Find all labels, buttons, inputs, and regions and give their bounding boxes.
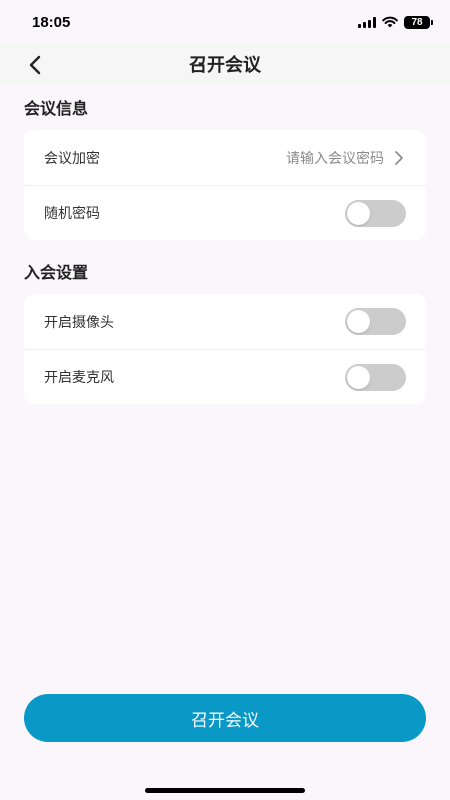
battery-level: 78 bbox=[411, 16, 423, 28]
back-button[interactable] bbox=[20, 50, 50, 80]
battery-icon: 78 bbox=[404, 15, 433, 29]
meeting-info-card: 会议加密 请输入会议密码 随机密码 bbox=[24, 130, 426, 240]
camera-label: 开启摄像头 bbox=[44, 314, 114, 331]
microphone-row: 开启麦克风 bbox=[24, 349, 426, 404]
home-indicator bbox=[145, 788, 305, 793]
join-settings-card: 开启摄像头 开启麦克风 bbox=[24, 294, 426, 404]
start-meeting-button[interactable]: 召开会议 bbox=[24, 694, 426, 742]
random-password-toggle[interactable] bbox=[345, 199, 406, 227]
nav-bar: 召开会议 bbox=[0, 44, 450, 84]
random-password-label: 随机密码 bbox=[44, 206, 100, 222]
section-title-meeting-info: 会议信息 bbox=[24, 99, 89, 118]
section-title-join-settings: 入会设置 bbox=[24, 263, 89, 282]
toggle-knob bbox=[347, 365, 370, 389]
signal-icon bbox=[358, 16, 376, 28]
camera-row: 开启摄像头 bbox=[24, 294, 426, 349]
toggle-knob bbox=[347, 201, 370, 225]
wifi-icon bbox=[382, 16, 398, 28]
meeting-password-row[interactable]: 会议加密 请输入会议密码 bbox=[24, 130, 426, 185]
status-icons: 78 bbox=[358, 15, 433, 29]
status-time: 18:05 bbox=[32, 13, 71, 31]
status-bar: 18:05 78 bbox=[0, 0, 450, 44]
meeting-password-right: 请输入会议密码 bbox=[286, 148, 406, 168]
page-title: 召开会议 bbox=[189, 55, 261, 76]
camera-toggle[interactable] bbox=[345, 308, 406, 335]
settings-content: 会议信息 会议加密 请输入会议密码 随机密码 入会设置 开启摄像头 开启麦克风 bbox=[0, 84, 450, 404]
chevron-right-icon bbox=[392, 150, 406, 165]
meeting-password-label: 会议加密 bbox=[44, 150, 100, 167]
meeting-password-placeholder: 请输入会议密码 bbox=[286, 150, 384, 167]
microphone-label: 开启麦克风 bbox=[44, 370, 114, 386]
back-arrow-icon bbox=[29, 55, 41, 75]
random-password-row: 随机密码 bbox=[24, 185, 426, 240]
toggle-knob bbox=[347, 310, 370, 333]
microphone-toggle[interactable] bbox=[345, 363, 406, 391]
